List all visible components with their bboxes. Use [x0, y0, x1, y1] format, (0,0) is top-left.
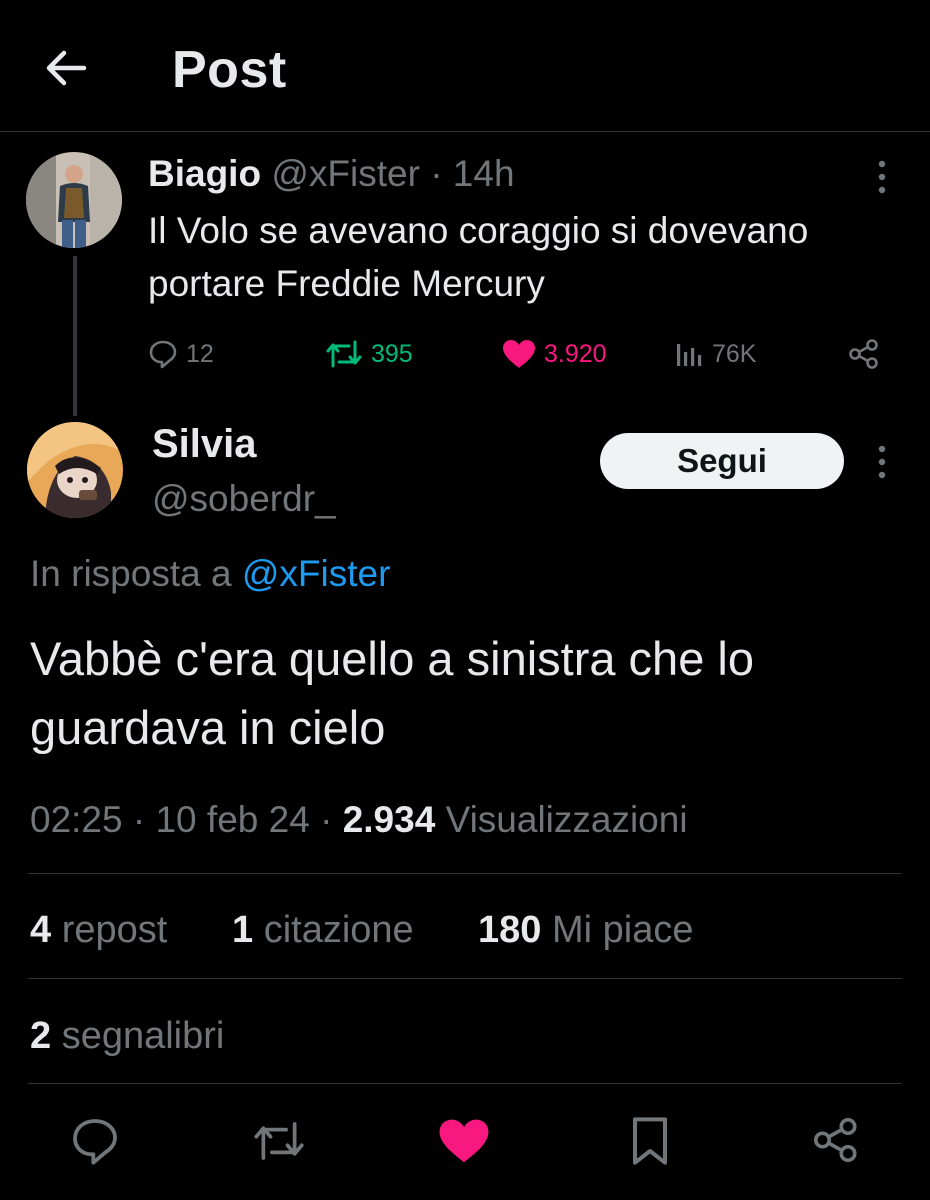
- bookmarks-count: 2: [30, 1015, 52, 1057]
- parent-separator: ·: [430, 153, 443, 194]
- divider-2: [28, 978, 902, 979]
- reply-more-button[interactable]: [875, 445, 889, 479]
- parent-time[interactable]: 14h: [453, 153, 515, 194]
- parent-repost-action[interactable]: 395: [325, 336, 413, 372]
- follow-button[interactable]: Segui: [600, 433, 844, 489]
- parent-reply-action[interactable]: 12: [148, 336, 214, 372]
- reply-text: Vabbè c'era quello a sinistra che lo gua…: [30, 632, 754, 754]
- share-icon: [813, 1117, 857, 1163]
- reply-views-label: Visualizzazioni: [445, 799, 688, 840]
- parent-author-name[interactable]: Biagio: [148, 153, 261, 194]
- more-vertical-icon: [878, 160, 886, 194]
- meta-dot-2: ·: [320, 799, 333, 840]
- reposts-count: 4: [30, 909, 52, 951]
- repost-icon: [326, 340, 362, 368]
- reply-views-count: 2.934: [342, 799, 436, 840]
- quotes-count: 1: [232, 909, 254, 951]
- parent-like-count: 3.920: [544, 340, 607, 368]
- heart-icon: [439, 1119, 489, 1163]
- parent-handle[interactable]: @xFister: [271, 153, 420, 194]
- parent-reply-count: 12: [186, 340, 214, 368]
- parent-share-action[interactable]: [848, 336, 880, 372]
- bookmarks-stat[interactable]: 2 segnalibri: [30, 1012, 224, 1060]
- reply-author-name[interactable]: Silvia: [152, 420, 257, 468]
- reposts-label: repost: [61, 909, 168, 951]
- reply-date[interactable]: 10 feb 24: [155, 799, 309, 840]
- share-icon: [849, 339, 878, 369]
- parent-more-button[interactable]: [875, 160, 889, 194]
- like-button[interactable]: [438, 1116, 489, 1166]
- reply-handle[interactable]: @soberdr_: [152, 476, 336, 522]
- parent-avatar[interactable]: [26, 152, 122, 248]
- parent-views-action[interactable]: 76K: [676, 336, 756, 372]
- likes-label: Mi piace: [551, 909, 694, 951]
- repost-icon: [254, 1122, 304, 1160]
- quotes-stat[interactable]: 1 citazione: [232, 906, 414, 954]
- in-reply-to: In risposta a @xFister: [30, 550, 390, 598]
- bookmarks-label: segnalibri: [61, 1015, 225, 1057]
- likes-stat[interactable]: 180 Mi piace: [478, 906, 693, 954]
- reply-avatar[interactable]: [27, 422, 123, 518]
- in-reply-prefix: In risposta a: [30, 553, 232, 594]
- parent-repost-count: 395: [371, 340, 413, 368]
- reply-button[interactable]: [70, 1116, 120, 1166]
- heart-icon: [503, 340, 535, 368]
- in-reply-mention[interactable]: @xFister: [242, 553, 391, 594]
- page-title: Post: [172, 41, 287, 99]
- share-button[interactable]: [812, 1116, 862, 1166]
- divider-1: [28, 873, 902, 874]
- divider-3: [28, 1083, 902, 1084]
- repost-button[interactable]: [252, 1116, 304, 1166]
- bookmark-icon: [633, 1117, 667, 1165]
- thread-line: [73, 256, 77, 416]
- reply-meta: 02:25 · 10 feb 24 · 2.934 Visualizzazion…: [30, 796, 688, 844]
- reply-icon: [73, 1119, 117, 1165]
- parent-header: Biagio @xFister · 14h: [148, 152, 515, 196]
- quotes-label: citazione: [263, 909, 414, 951]
- parent-views-count: 76K: [712, 340, 757, 368]
- back-button[interactable]: [44, 48, 88, 88]
- reply-time[interactable]: 02:25: [30, 799, 123, 840]
- bookmark-button[interactable]: [628, 1116, 678, 1166]
- meta-dot-1: ·: [132, 799, 146, 840]
- arrow-left-icon: [46, 50, 87, 86]
- header-divider: [0, 131, 930, 132]
- views-icon: [677, 344, 702, 366]
- more-vertical-icon: [878, 445, 886, 479]
- parent-like-action[interactable]: 3.920: [502, 336, 607, 372]
- reposts-stat[interactable]: 4 repost: [30, 906, 167, 954]
- reply-icon: [149, 340, 177, 369]
- likes-count: 180: [478, 909, 542, 951]
- parent-text: Il Volo se avevano coraggio si dovevano …: [148, 210, 809, 304]
